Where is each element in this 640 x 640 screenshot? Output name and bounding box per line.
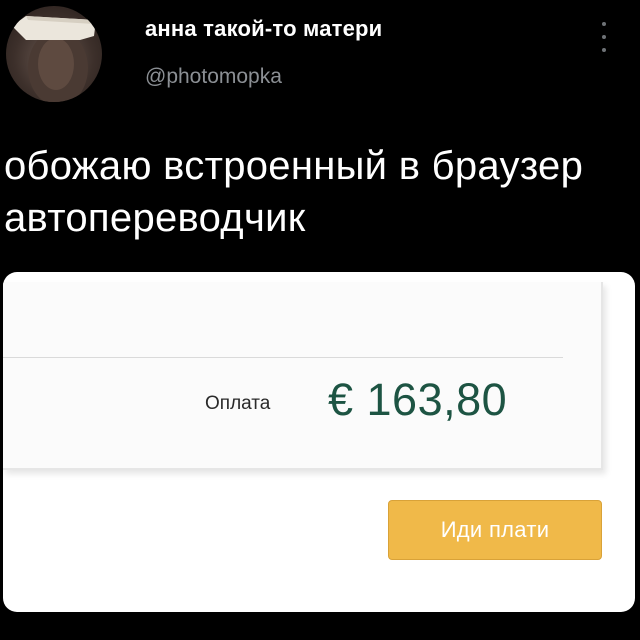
- attached-image[interactable]: Оплата € 163,80 Иди плати: [3, 272, 635, 612]
- display-name[interactable]: анна такой-то матери: [145, 16, 382, 42]
- user-avatar[interactable]: [6, 6, 102, 102]
- order-summary-panel: Оплата € 163,80: [3, 282, 603, 470]
- divider: [3, 357, 563, 358]
- dot: [602, 48, 606, 52]
- more-options-icon[interactable]: [597, 22, 611, 52]
- dot: [602, 22, 606, 26]
- username[interactable]: @photomopka: [145, 65, 282, 89]
- user-avatar-icon: [12, 16, 96, 102]
- dot: [602, 35, 606, 39]
- payment-label: Оплата: [205, 393, 271, 414]
- pay-button[interactable]: Иди плати: [388, 500, 602, 560]
- payment-amount: € 163,80: [328, 374, 508, 425]
- tweet-text: обожаю встроенный в браузер автопереводч…: [4, 144, 584, 240]
